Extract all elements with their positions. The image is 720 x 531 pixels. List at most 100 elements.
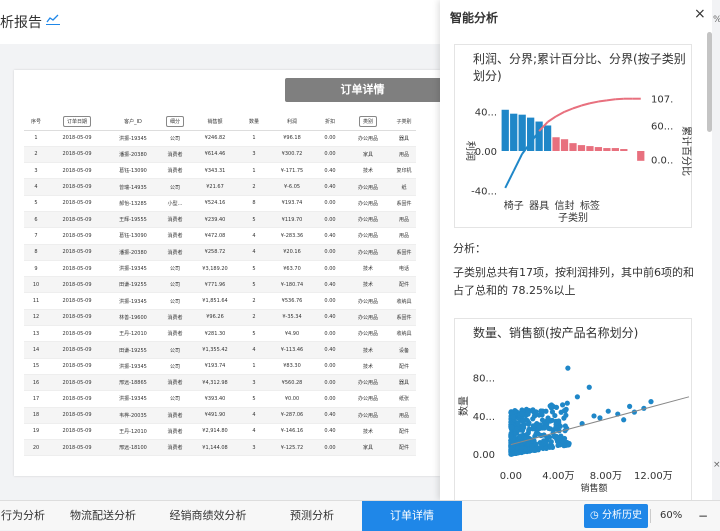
scatter-point	[510, 414, 516, 420]
table-cell: 家具	[344, 439, 392, 457]
table-cell: 1	[240, 130, 268, 147]
bar	[594, 147, 603, 151]
table-row[interactable]: 17 2018-05-09 洪振-19345 公司 ¥393.40 5 ¥0.00 0.00 办…	[24, 390, 416, 408]
scatter-point	[586, 384, 592, 390]
filter-chip[interactable]: 订单日期	[62, 116, 91, 128]
table-cell: 2	[24, 146, 48, 164]
table-cell: 消费者	[160, 374, 190, 392]
cumulative-line-segment	[572, 104, 582, 110]
table-row[interactable]: 20 2018-05-09 邢远-18100 消费者 ¥1,144.08 3 ¥-125.7…	[24, 439, 416, 457]
scatter-point	[533, 431, 539, 437]
table-cell: 2018-05-09	[48, 244, 106, 261]
table-cell: 邢远-18865	[106, 374, 160, 392]
table-cell: 3	[240, 374, 268, 392]
table-cell: 15	[24, 358, 48, 375]
table-cell: 王丹-12010	[106, 423, 160, 441]
y-tick-label: 0.00	[473, 450, 495, 461]
bar	[560, 139, 569, 151]
table-cell: 办公用品	[344, 407, 392, 424]
bar	[611, 148, 619, 151]
tab-logistics-analysis[interactable]: 物流配送分析	[60, 501, 146, 531]
y-tick-label: 40...	[473, 412, 495, 423]
table-cell: 8	[240, 195, 268, 212]
table-row[interactable]: 15 2018-05-09 洪振-19345 公司 ¥193.74 1 ¥83.30 0.00…	[24, 358, 416, 375]
table-cell: ¥536.76	[268, 292, 316, 310]
table-row[interactable]: 7 2018-05-09 葛钰-13090 消费者 ¥472.08 4 ¥-283.36 0.…	[24, 227, 416, 245]
pareto-chart: 40... 0.00 -40... 107. 60... 0.0.. 椅子 器具 信封 标签子类别…	[464, 95, 693, 224]
cumulative-line-segment	[606, 98, 616, 102]
scatter-point	[597, 415, 603, 421]
table-cell: 办公用品	[344, 195, 392, 212]
table-cell: 器具	[392, 130, 416, 147]
y-tick-label: -40...	[471, 186, 497, 197]
table-cell: 配件	[392, 276, 416, 294]
analysis-label: 分析：	[453, 242, 486, 255]
table-cell: ¥193.74	[190, 358, 240, 375]
table-cell: ¥-287.06	[268, 407, 316, 424]
table-cell: ¥-35.34	[268, 309, 316, 327]
scatter-point	[605, 408, 611, 414]
scatter-point	[514, 450, 520, 456]
filter-chip[interactable]: 细分	[165, 116, 184, 128]
column-header[interactable]: 细分	[160, 114, 190, 131]
tab-order-detail[interactable]: 订单详情	[362, 501, 462, 531]
column-header[interactable]: 类别	[344, 114, 392, 131]
column-header[interactable]: 订单日期	[48, 114, 106, 131]
table-cell: 洪振-19345	[106, 390, 160, 408]
table-cell: 2018-05-09	[48, 276, 106, 294]
table-row[interactable]: 18 2018-05-09 韦桦-20035 消费者 ¥491.90 4 ¥-287.06 0…	[24, 407, 416, 424]
table-cell: 电话	[392, 260, 416, 278]
table-cell: 公司	[160, 358, 190, 375]
table-row[interactable]: 10 2018-05-09 田谦-19255 公司 ¥771.96 5 ¥-180.74 0.…	[24, 276, 416, 294]
close-button[interactable]: ×	[694, 6, 706, 22]
tab-dealer-performance[interactable]: 经销商绩效分析	[160, 501, 256, 531]
table-cell: 消费者	[160, 439, 190, 457]
table-row[interactable]: 9 2018-05-09 洪振-19345 公司 ¥3,189.20 5 ¥63.70 0.0…	[24, 260, 416, 278]
table-row[interactable]: 12 2018-05-09 林善-19600 消费者 ¥96.26 2 ¥-35.34 0.4…	[24, 309, 416, 327]
tab-behavior-analysis[interactable]: 行为分析	[0, 501, 46, 531]
table-cell: 8	[24, 244, 48, 261]
scatter-point	[548, 439, 554, 445]
tab-forecast-analysis[interactable]: 预测分析	[270, 501, 354, 531]
column-header: 序号	[24, 114, 48, 131]
cumulative-line-segment	[504, 170, 515, 189]
table-cell: 2018-05-09	[48, 146, 106, 164]
table-cell: 0.40	[316, 309, 344, 327]
table-cell: 0.00	[316, 325, 344, 343]
table-row[interactable]: 16 2018-05-09 邢远-18865 消费者 ¥4,312.98 3 ¥560.28…	[24, 374, 416, 392]
table-cell: 系固件	[392, 244, 416, 261]
report-canvas: 订单详情 序号 订单日期 客户_ID 细分 销售额 数量 利润 折扣 类别 子类别 1 2018-0…	[0, 44, 440, 500]
table-cell: 用品	[392, 146, 416, 164]
table-cell: ¥96.26	[190, 309, 240, 327]
x-axis-label: 子类别	[558, 211, 588, 224]
table-cell: 0.40	[316, 162, 344, 180]
table-row[interactable]: 14 2018-05-09 田谦-19255 公司 ¥1,355.42 4 ¥-113.46…	[24, 341, 416, 359]
table-cell: 4	[24, 178, 48, 196]
bar	[603, 148, 611, 151]
table-row[interactable]: 13 2018-05-09 王丹-12010 消费者 ¥281.30 5 ¥4.90 0.00…	[24, 325, 416, 343]
table-cell: ¥472.08	[190, 227, 240, 245]
table-row[interactable]: 2 2018-05-09 潘振-20380 消费者 ¥614.46 3 ¥300.72 0.0…	[24, 146, 416, 164]
analysis-history-button[interactable]: ◷ 分析历史	[584, 504, 648, 528]
y2-axis-label: 累计百分比	[680, 126, 693, 176]
table-row[interactable]: 1 2018-05-09 洪振-19345 公司 ¥246.82 1 ¥96.18 0.00 办…	[24, 130, 416, 147]
table-cell: 办公用品	[344, 227, 392, 245]
table-row[interactable]: 3 2018-05-09 葛钰-13090 消费者 ¥343.31 1 ¥-171.75 0.…	[24, 162, 416, 180]
table-row[interactable]: 11 2018-05-09 洪振-19345 公司 ¥1,851.64 2 ¥536.76 0…	[24, 292, 416, 310]
table-cell: 办公用品	[344, 309, 392, 327]
scatter-point	[525, 410, 531, 416]
table-cell: ¥-146.16	[268, 423, 316, 441]
x-tick-label: 0.00	[500, 471, 522, 482]
filter-chip[interactable]: 类别	[358, 116, 377, 128]
scatter-chart: 80... 40... 0.00 0.00 4.00万 8.00万 12.00万销售额 数量	[457, 365, 690, 494]
y-tick-label: 0.00	[475, 147, 497, 158]
line-chart-icon[interactable]	[46, 13, 60, 25]
bar	[620, 149, 628, 151]
table-row[interactable]: 4 2018-05-09 曾瑞-14935 公司 ¥21.67 2 ¥-6.05 0.40 办公…	[24, 178, 416, 196]
scatter-point	[518, 445, 525, 451]
table-row[interactable]: 6 2018-05-09 王辉-19555 消费者 ¥239.40 5 ¥119.70 0.0…	[24, 211, 416, 229]
table-row[interactable]: 8 2018-05-09 潘振-20380 消费者 ¥258.72 4 ¥20.16 0.00…	[24, 244, 416, 261]
table-row[interactable]: 19 2018-05-09 王丹-12010 消费者 ¥2,914.80 4 ¥-146.1…	[24, 423, 416, 441]
zoom-out-button[interactable]: −	[698, 501, 708, 531]
table-row[interactable]: 5 2018-05-09 郝怡-13285 小型... ¥524.16 8 ¥193.74 0…	[24, 195, 416, 212]
